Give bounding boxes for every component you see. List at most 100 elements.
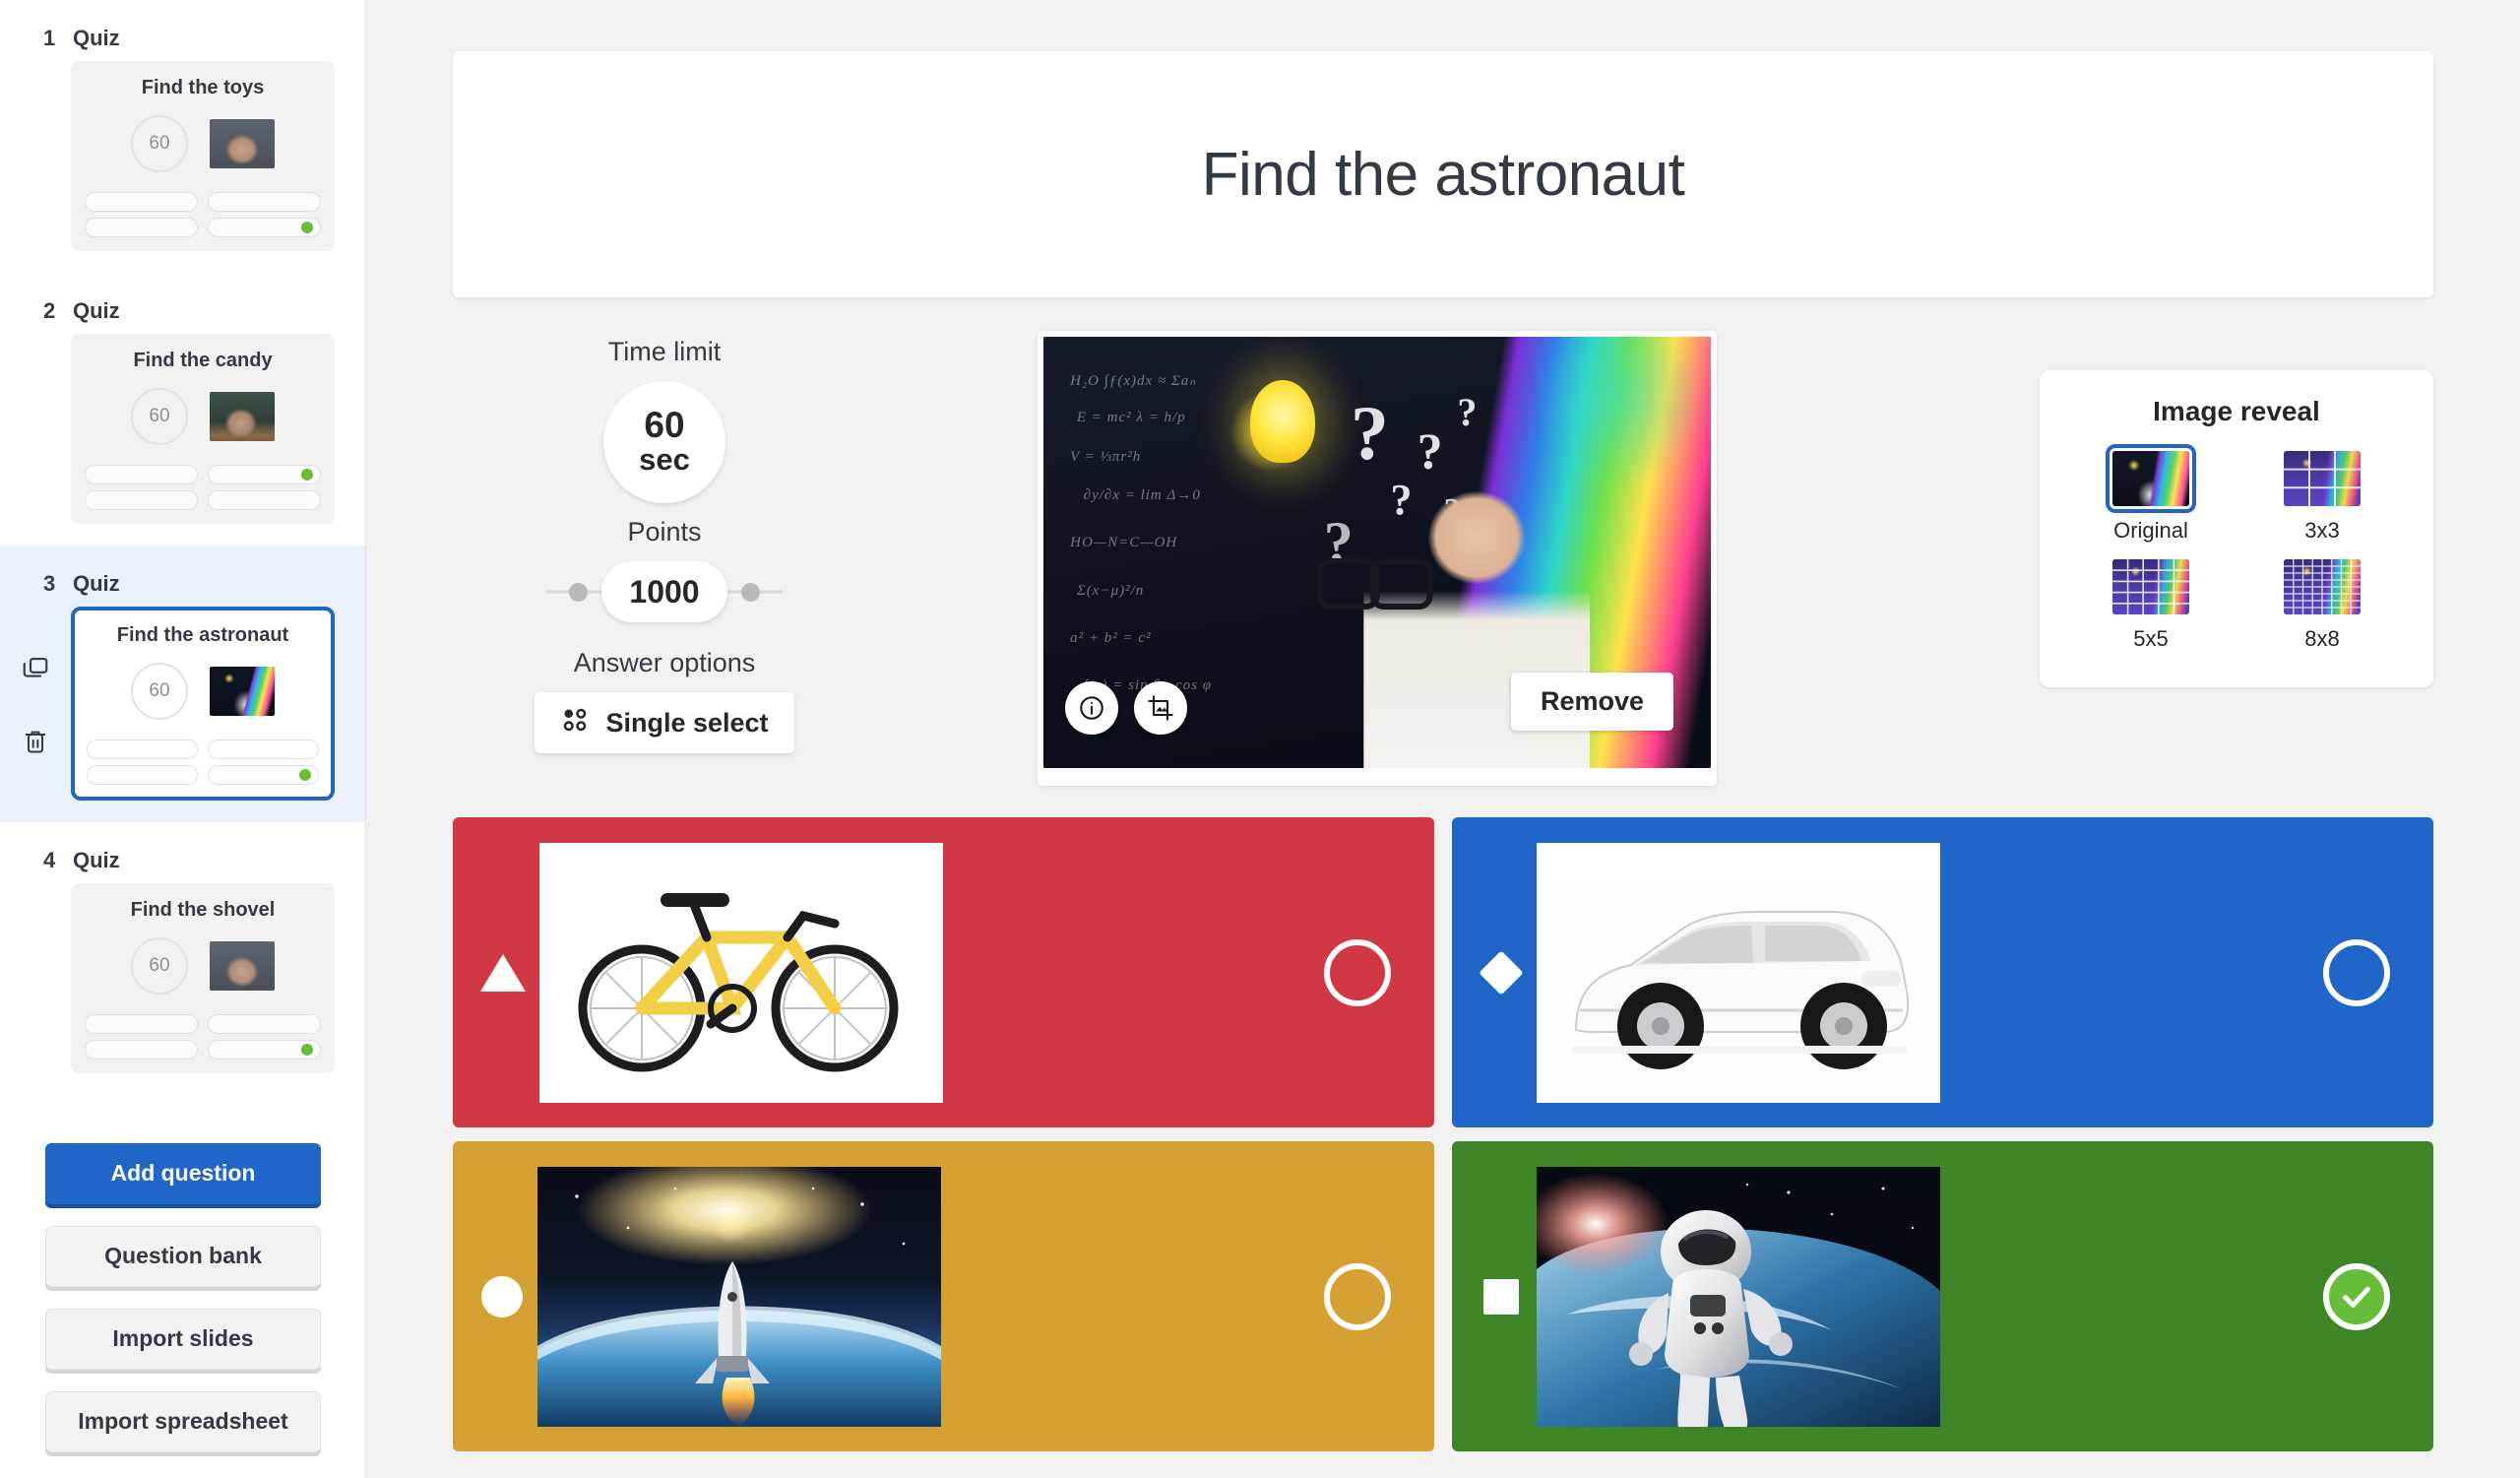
slide-header-1: 1 Quiz bbox=[0, 26, 365, 51]
answer-correct-toggle-3[interactable] bbox=[1324, 1262, 1391, 1330]
grid-overlay-icon bbox=[2112, 559, 2189, 614]
slide-row-1[interactable]: 1 Quiz Find the toys 60 bbox=[0, 0, 365, 273]
question-title-input[interactable]: Find the astronaut bbox=[1202, 140, 1685, 210]
slide-row-2[interactable]: 2 Quiz Find the candy 60 bbox=[0, 273, 365, 546]
answer-placeholder-correct bbox=[208, 1040, 321, 1060]
image-reveal-options: Original 3x3 5x5 8x8 bbox=[2106, 444, 2361, 652]
slide-tools-1 bbox=[0, 61, 71, 106]
slide-type: Quiz bbox=[73, 298, 120, 323]
slide-tools-3 bbox=[0, 607, 71, 758]
slide-card-timer: 60 bbox=[131, 937, 188, 995]
slide-body-3: Find the astronaut 60 bbox=[0, 607, 365, 801]
points-slider-knob-right[interactable] bbox=[741, 582, 760, 602]
slide-card-meta: 60 bbox=[85, 933, 321, 998]
answer-tile-4[interactable] bbox=[1452, 1141, 2433, 1451]
slide-card-answers bbox=[85, 465, 321, 510]
correct-dot bbox=[299, 769, 311, 781]
slide-card-2[interactable]: Find the candy 60 bbox=[71, 334, 335, 524]
add-question-button[interactable]: Add question bbox=[45, 1143, 321, 1204]
image-reveal-panel: Image reveal Original 3x3 5x5 8x8 bbox=[2040, 370, 2433, 687]
answer-correct-toggle-4[interactable] bbox=[2323, 1262, 2390, 1330]
question-media-panel: ? ? ? ? ? ? H₂O ∫ƒ(x)dx ≈ Σaₙ E = mc² λ … bbox=[1038, 331, 1717, 786]
answer-tile-1[interactable] bbox=[453, 817, 1434, 1127]
time-limit-label: Time limit bbox=[607, 337, 722, 366]
image-reveal-option-label: 8x8 bbox=[2304, 626, 2340, 651]
answer-tiles bbox=[453, 817, 2433, 1451]
slide-card-timer: 60 bbox=[131, 663, 188, 720]
answer-tile-2[interactable] bbox=[1452, 817, 2433, 1127]
points-label: Points bbox=[627, 517, 702, 546]
slide-card-answers bbox=[85, 1014, 321, 1060]
question-title-card[interactable]: Find the astronaut bbox=[453, 51, 2433, 297]
correct-dot bbox=[301, 1044, 313, 1056]
image-reveal-option-label: 3x3 bbox=[2304, 518, 2340, 543]
time-limit-value: 60 bbox=[644, 405, 685, 446]
answer-correct-toggle-1[interactable] bbox=[1324, 938, 1391, 1006]
slide-card-title: Find the shovel bbox=[130, 899, 276, 921]
answer-placeholder bbox=[85, 490, 198, 510]
slide-card-meta: 60 bbox=[85, 384, 321, 449]
slide-list-sidebar: 1 Quiz Find the toys 60 2 Quiz Find the … bbox=[0, 0, 366, 1478]
space-shuttle-illustration bbox=[537, 1166, 941, 1427]
glasses-illustration bbox=[1316, 558, 1433, 610]
import-spreadsheet-button[interactable]: Import spreadsheet bbox=[45, 1391, 321, 1452]
slide-card-thumbnail bbox=[210, 667, 275, 716]
kahoot-editor-app: 1 Quiz Find the toys 60 2 Quiz Find the … bbox=[0, 0, 2520, 1478]
slide-card-meta: 60 bbox=[87, 659, 319, 724]
answer-placeholder bbox=[87, 765, 198, 785]
answer-placeholder bbox=[85, 465, 198, 484]
slide-row-4[interactable]: 4 Quiz Find the shovel 60 bbox=[0, 822, 365, 1095]
slide-card-1[interactable]: Find the toys 60 bbox=[71, 61, 335, 251]
question-image[interactable]: ? ? ? ? ? ? H₂O ∫ƒ(x)dx ≈ Σaₙ E = mc² λ … bbox=[1043, 337, 1711, 768]
slide-header-4: 4 Quiz bbox=[0, 848, 365, 873]
slide-card-meta: 60 bbox=[85, 111, 321, 176]
answer-image-2[interactable] bbox=[1537, 842, 1940, 1103]
answer-image-1[interactable] bbox=[539, 842, 943, 1103]
answer-options-selector[interactable]: Single select bbox=[535, 692, 794, 753]
answer-placeholder bbox=[85, 1014, 198, 1034]
duplicate-slide-icon[interactable] bbox=[19, 652, 52, 685]
answer-placeholder bbox=[208, 192, 321, 212]
image-tools bbox=[1065, 681, 1187, 735]
question-editor-main: Find the astronaut Time limit 60 sec Poi… bbox=[366, 0, 2520, 1478]
slide-type: Quiz bbox=[73, 571, 120, 596]
trash-icon[interactable] bbox=[19, 725, 52, 758]
answer-placeholder-correct bbox=[208, 765, 319, 785]
answer-image-4[interactable] bbox=[1537, 1166, 1940, 1427]
points-value[interactable]: 1000 bbox=[601, 561, 727, 622]
answer-image-3[interactable] bbox=[537, 1166, 941, 1427]
slide-tools-4 bbox=[0, 883, 71, 929]
slide-card-answers bbox=[87, 739, 319, 785]
slide-card-4[interactable]: Find the shovel 60 bbox=[71, 883, 335, 1073]
question-bank-button[interactable]: Question bank bbox=[45, 1226, 321, 1287]
time-limit-selector[interactable]: 60 sec bbox=[603, 381, 725, 503]
answer-tile-3[interactable] bbox=[453, 1141, 1434, 1451]
slide-card-thumbnail bbox=[210, 941, 275, 991]
slide-number: 2 bbox=[43, 298, 56, 323]
answer-placeholder-correct bbox=[208, 218, 321, 237]
image-reveal-option-8x8[interactable]: 8x8 bbox=[2284, 559, 2361, 652]
answer-correct-toggle-2[interactable] bbox=[2323, 938, 2390, 1006]
single-select-dots-icon bbox=[560, 705, 590, 741]
slide-row-3[interactable]: 3 Quiz Find the astronaut 60 bbox=[0, 546, 365, 822]
answer-placeholder bbox=[85, 192, 198, 212]
info-icon[interactable] bbox=[1065, 681, 1118, 735]
remove-image-button[interactable]: Remove bbox=[1510, 673, 1673, 731]
car-illustration bbox=[1537, 842, 1940, 1103]
time-limit-unit: sec bbox=[639, 442, 690, 478]
slide-card-3[interactable]: Find the astronaut 60 bbox=[71, 607, 335, 801]
image-reveal-option-3x3[interactable]: 3x3 bbox=[2284, 451, 2361, 544]
slide-body-1: Find the toys 60 bbox=[0, 61, 365, 251]
import-slides-button[interactable]: Import slides bbox=[45, 1309, 321, 1370]
slide-type: Quiz bbox=[73, 848, 120, 872]
slide-card-thumbnail bbox=[210, 119, 275, 168]
slide-card-answers bbox=[85, 192, 321, 237]
crop-image-icon[interactable] bbox=[1134, 681, 1187, 735]
points-slider[interactable]: 1000 bbox=[536, 561, 792, 622]
points-slider-knob-left[interactable] bbox=[569, 582, 588, 602]
image-reveal-option-original[interactable]: Original bbox=[2106, 444, 2196, 544]
image-reveal-thumbnail bbox=[2106, 444, 2196, 513]
answer-options-value: Single select bbox=[605, 707, 769, 738]
image-reveal-option-5x5[interactable]: 5x5 bbox=[2112, 559, 2189, 652]
answer-placeholder bbox=[208, 739, 319, 759]
